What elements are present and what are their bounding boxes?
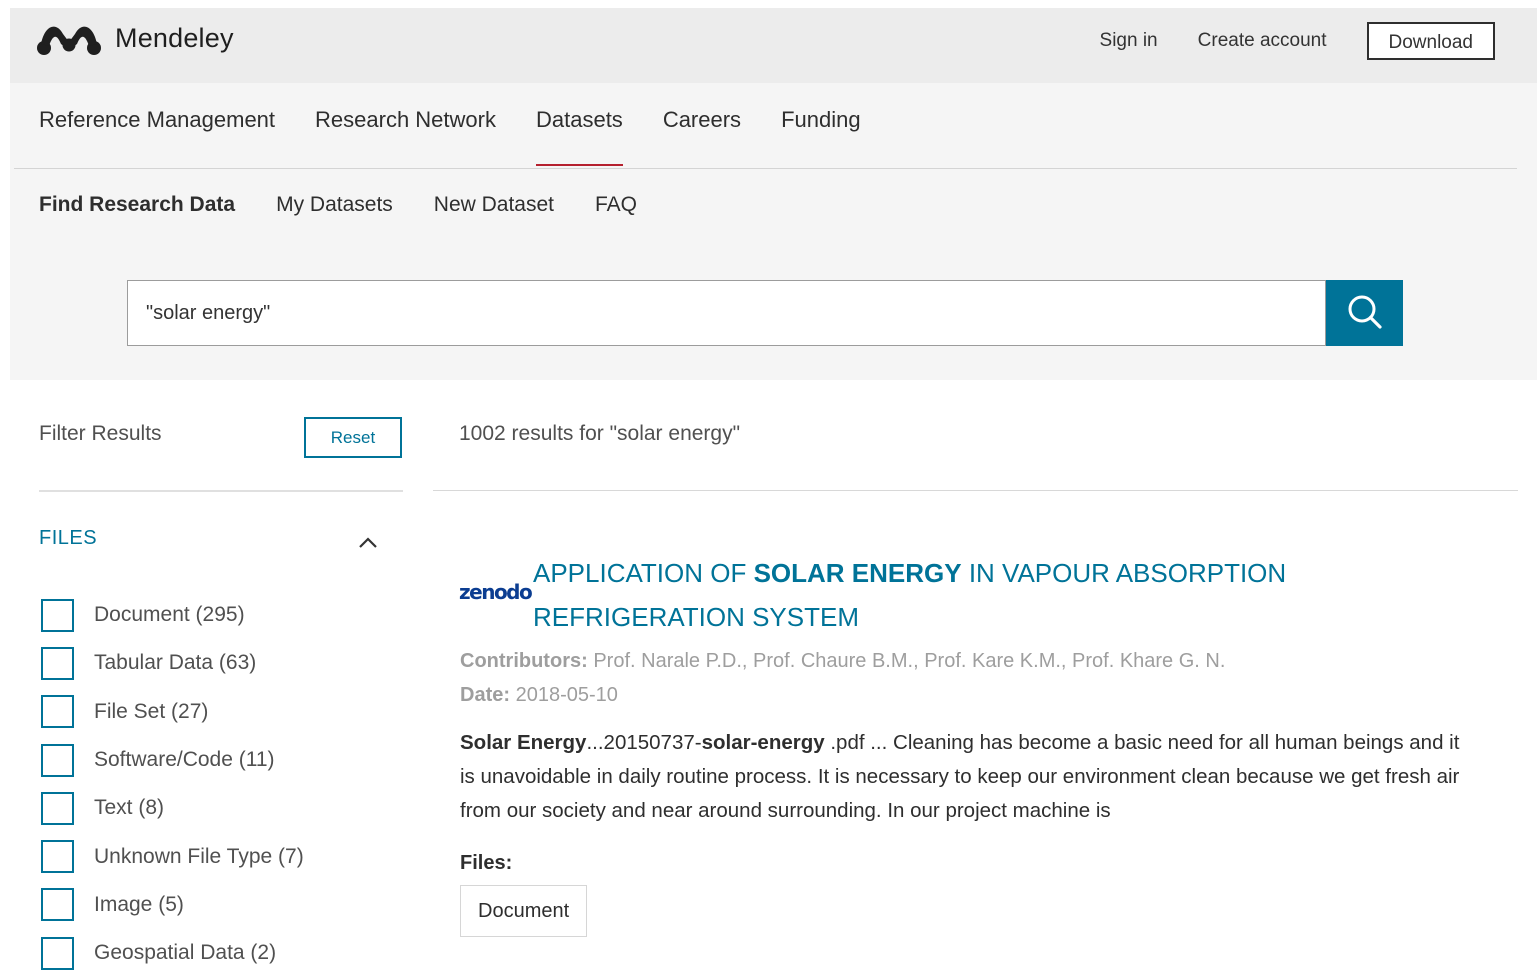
- brand-name: Mendeley: [115, 22, 234, 53]
- result-contributors: Contributors: Prof. Narale P.D., Prof. C…: [460, 650, 1225, 673]
- nav-funding[interactable]: Funding: [781, 83, 861, 168]
- mendeley-logo-icon: [37, 26, 101, 55]
- search-band: Reference Management Research Network Da…: [10, 83, 1537, 380]
- search-button[interactable]: [1326, 280, 1403, 346]
- facet-label: Unknown File Type (7): [94, 844, 304, 868]
- sign-in-link[interactable]: Sign in: [1100, 30, 1158, 52]
- facet-option-file-set[interactable]: File Set (27): [41, 688, 381, 736]
- search-icon: [1348, 295, 1382, 329]
- zenodo-logo: zenodo: [459, 580, 533, 604]
- result-snippet: Solar Energy...20150737-solar-energy .pd…: [460, 726, 1470, 828]
- title-text: APPLICATION OF: [533, 558, 754, 588]
- top-header: Mendeley Sign in Create account Download: [10, 8, 1537, 83]
- subnav-faq[interactable]: FAQ: [595, 193, 637, 217]
- facet-label: Image (5): [94, 892, 184, 916]
- facet-label: Text (8): [94, 796, 165, 820]
- facet-label: Tabular Data (63): [94, 651, 257, 675]
- files-facet-options: Document (295) Tabular Data (63) File Se…: [41, 591, 381, 977]
- nav-datasets[interactable]: Datasets: [535, 83, 623, 168]
- main-nav: Reference Management Research Network Da…: [39, 83, 901, 168]
- date-label: Date:: [460, 684, 511, 706]
- subnav-new-dataset[interactable]: New Dataset: [434, 193, 554, 217]
- facet-label: Document (295): [94, 603, 245, 627]
- files-facet-title[interactable]: FILES: [39, 527, 97, 550]
- facet-option-tabular-data[interactable]: Tabular Data (63): [41, 639, 381, 687]
- checkbox[interactable]: [41, 598, 74, 632]
- create-account-link[interactable]: Create account: [1198, 30, 1327, 52]
- contributors-label: Contributors:: [460, 650, 588, 672]
- date-value: 2018-05-10: [515, 684, 618, 706]
- facet-option-software-code[interactable]: Software/Code (11): [41, 736, 381, 784]
- facet-option-text[interactable]: Text (8): [41, 784, 381, 832]
- filter-results-heading: Filter Results: [39, 422, 162, 445]
- facet-label: Geospatial Data (2): [94, 941, 277, 965]
- chevron-up-icon[interactable]: [357, 532, 379, 554]
- account-links: Sign in Create account Download: [1100, 22, 1495, 60]
- checkbox[interactable]: [41, 646, 74, 680]
- result-date: Date: 2018-05-10: [460, 684, 618, 707]
- nav-research-network[interactable]: Research Network: [315, 83, 496, 168]
- result-title-link[interactable]: APPLICATION OF SOLAR ENERGY IN VAPOUR AB…: [533, 551, 1393, 639]
- snippet-highlight: solar-energy: [701, 731, 825, 754]
- snippet-text: ...20150737-: [586, 731, 702, 754]
- checkbox[interactable]: [41, 695, 74, 729]
- checkbox[interactable]: [41, 936, 74, 970]
- files-label: Files:: [460, 852, 513, 874]
- sub-nav: Find Research Data My Datasets New Datas…: [39, 193, 678, 217]
- snippet-highlight: Solar Energy: [460, 731, 587, 754]
- file-type-chip[interactable]: Document: [460, 885, 588, 937]
- nav-reference-management[interactable]: Reference Management: [39, 83, 275, 168]
- subnav-find-research-data[interactable]: Find Research Data: [39, 193, 235, 217]
- facet-option-unknown-file-type[interactable]: Unknown File Type (7): [41, 832, 381, 880]
- checkbox[interactable]: [41, 840, 74, 874]
- sidebar-divider: [39, 490, 403, 492]
- facet-option-image[interactable]: Image (5): [41, 881, 381, 929]
- facet-option-document[interactable]: Document (295): [41, 591, 381, 639]
- results-count: 1002 results for "solar energy": [459, 422, 741, 445]
- facet-label: File Set (27): [94, 699, 209, 723]
- contributors-value: Prof. Narale P.D., Prof. Chaure B.M., Pr…: [593, 650, 1226, 672]
- facet-option-geospatial-data[interactable]: Geospatial Data (2): [41, 929, 381, 977]
- title-highlight: SOLAR ENERGY: [753, 558, 962, 588]
- checkbox[interactable]: [41, 888, 74, 922]
- checkbox[interactable]: [41, 791, 74, 825]
- nav-divider: [14, 168, 1517, 169]
- download-button[interactable]: Download: [1366, 22, 1495, 60]
- subnav-my-datasets[interactable]: My Datasets: [276, 193, 393, 217]
- search-input[interactable]: [127, 280, 1327, 346]
- reset-button[interactable]: Reset: [304, 417, 402, 458]
- facet-label: Software/Code (11): [94, 748, 275, 772]
- nav-careers[interactable]: Careers: [663, 83, 741, 168]
- checkbox[interactable]: [41, 743, 74, 777]
- results-divider: [433, 490, 1518, 491]
- mendeley-logo[interactable]: Mendeley: [35, 20, 234, 56]
- search-bar: [127, 280, 1403, 346]
